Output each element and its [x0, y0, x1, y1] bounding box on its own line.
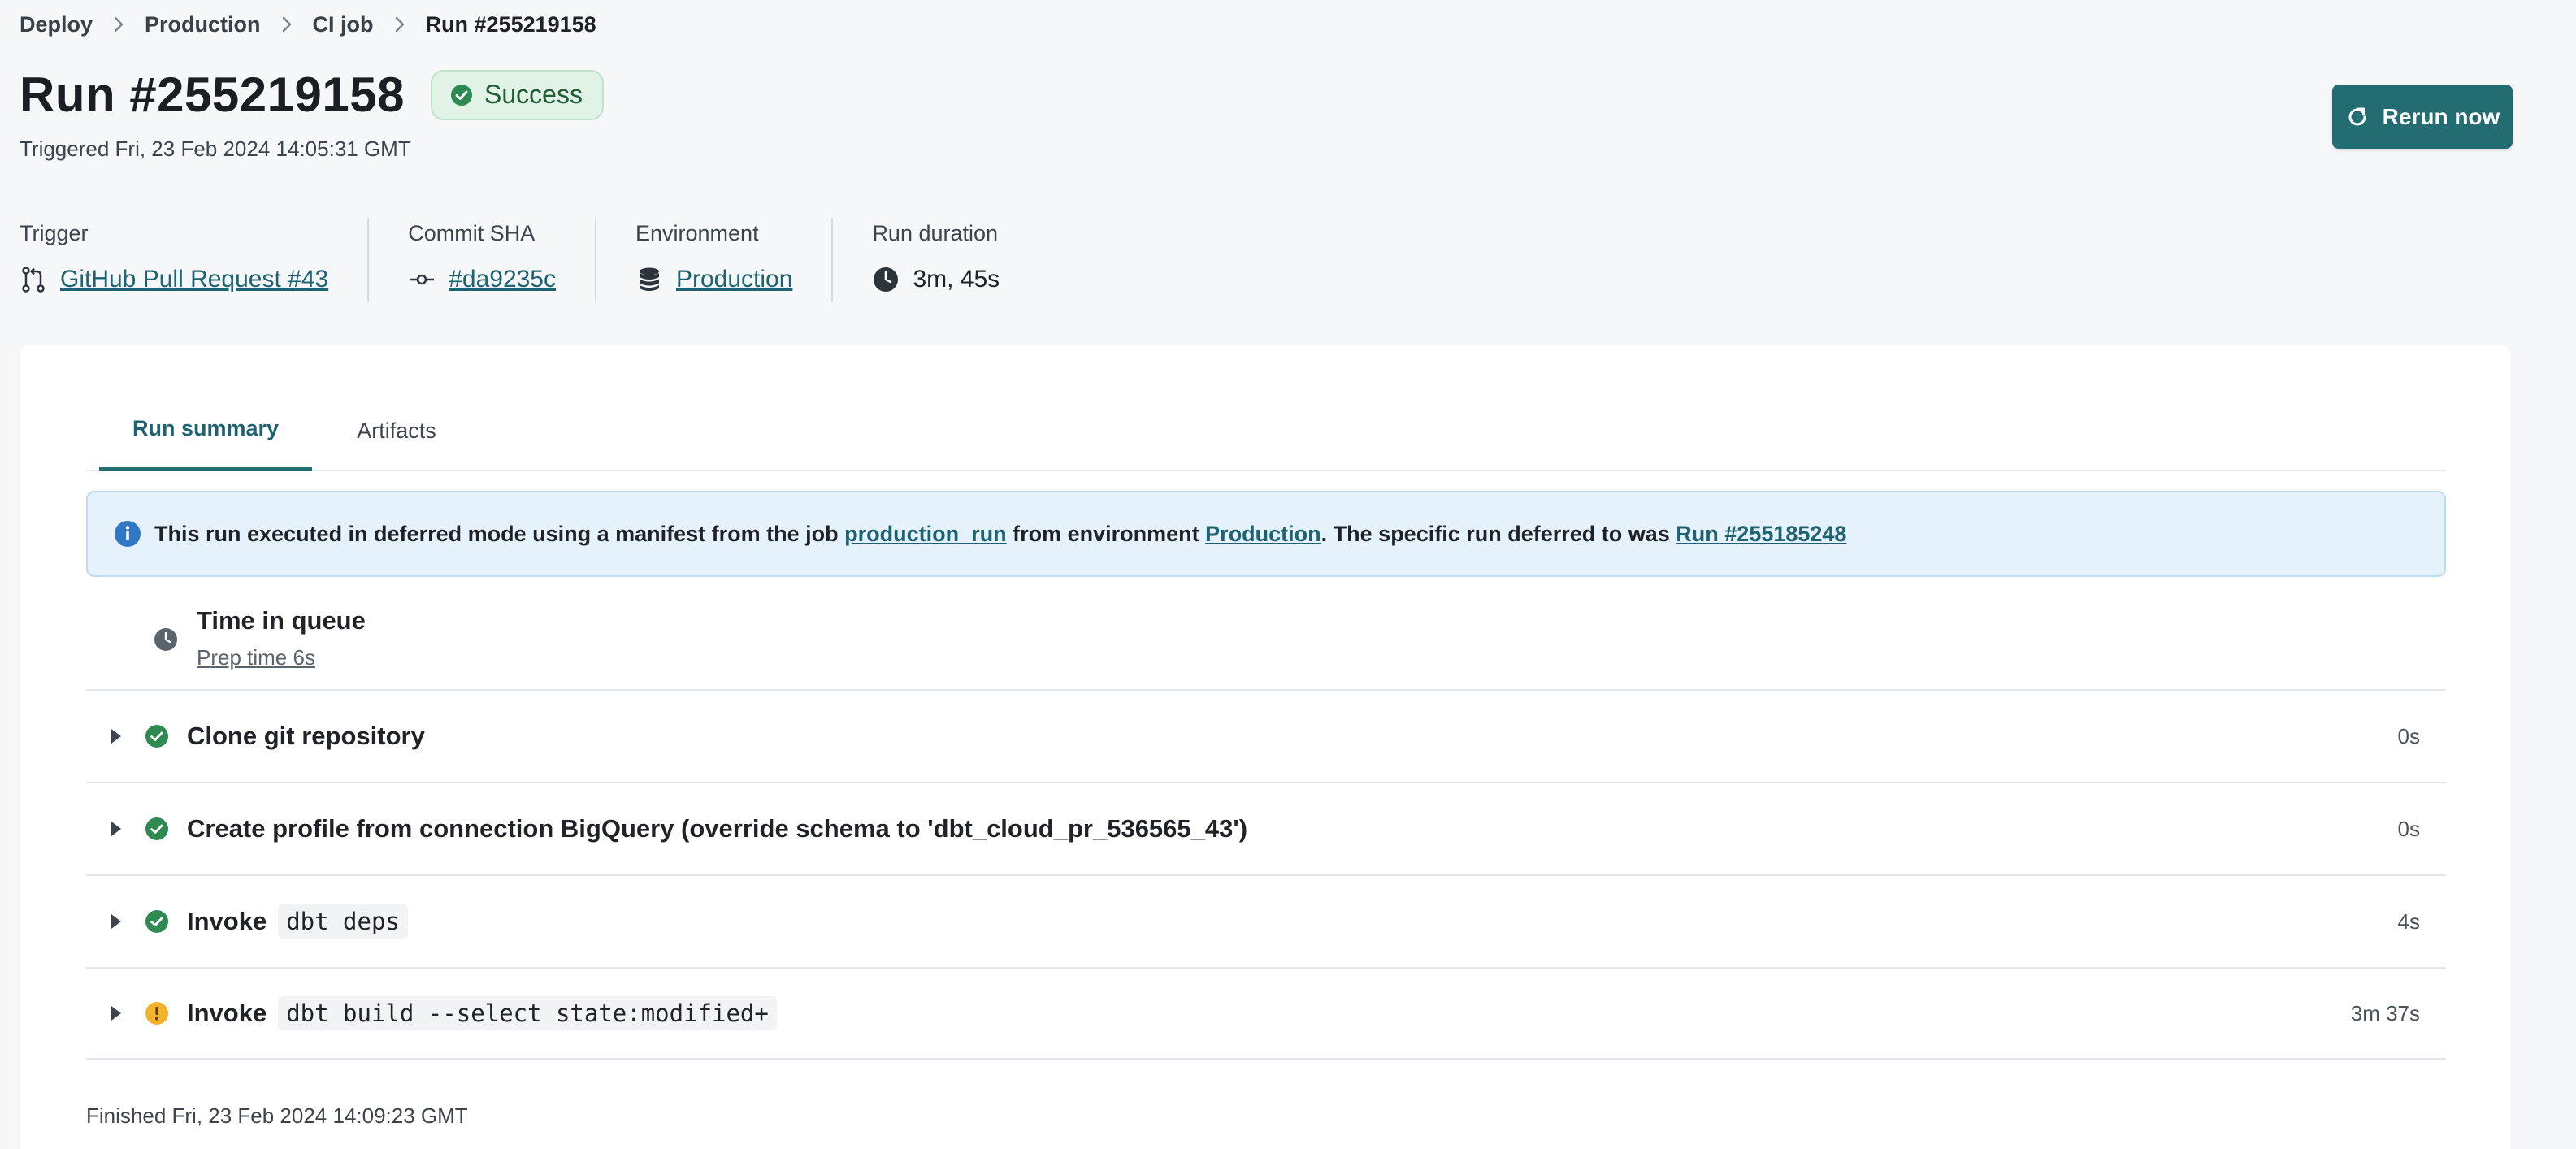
meta-environment-label: Environment [635, 221, 759, 245]
chevron-right-icon [279, 16, 295, 33]
commit-icon [408, 266, 436, 293]
clock-icon [872, 266, 900, 293]
step-row[interactable]: Clone git repository 0s [86, 689, 2446, 782]
meta-environment: Environment Production [635, 218, 834, 302]
step-label: Clone git repository [187, 722, 425, 750]
breadcrumb-current: Run #255219158 [425, 11, 596, 37]
caret-right-icon[interactable] [109, 820, 124, 838]
rerun-label: Rerun now [2382, 103, 2500, 129]
check-circle-icon [145, 817, 168, 840]
step-row[interactable]: Invoke dbt build --select state:modified… [86, 967, 2446, 1060]
step-duration: 3m 37s [2350, 1000, 2420, 1025]
meta-duration-label: Run duration [872, 221, 999, 245]
run-steps: Clone git repository 0s Create profile f… [86, 689, 2446, 1060]
triggered-timestamp: Triggered Fri, 23 Feb 2024 14:05:31 GMT [20, 137, 411, 161]
chevron-right-icon [111, 16, 127, 33]
breadcrumb-ci-job[interactable]: CI job [313, 12, 374, 37]
chevron-right-icon [392, 16, 408, 33]
database-icon [635, 266, 663, 293]
pull-request-icon [20, 266, 47, 293]
step-label: Invoke [187, 907, 267, 935]
breadcrumb-production[interactable]: Production [145, 12, 261, 37]
refresh-icon [2348, 107, 2366, 125]
step-duration: 0s [2397, 723, 2420, 748]
check-circle-icon [145, 910, 168, 933]
commit-link[interactable]: #da9235c [449, 266, 556, 293]
check-circle-icon [451, 84, 472, 106]
environment-notice-link[interactable]: Production [1205, 522, 1321, 547]
meta-commit: Commit SHA #da9235c [408, 218, 596, 302]
tab-run-summary[interactable]: Run summary [99, 390, 312, 471]
duration-value: 3m, 45s [913, 266, 1000, 293]
tab-run-summary-label: Run summary [132, 416, 280, 440]
breadcrumb-deploy[interactable]: Deploy [20, 12, 93, 37]
finished-timestamp: Finished Fri, 23 Feb 2024 14:09:23 GMT [86, 1103, 468, 1128]
page-header: Run #255219158 Success [20, 67, 604, 123]
step-duration: 4s [2397, 908, 2420, 934]
step-duration: 0s [2397, 816, 2420, 841]
step-row[interactable]: Invoke dbt deps 4s [86, 874, 2446, 967]
meta-trigger-label: Trigger [20, 221, 89, 245]
step-row[interactable]: Create profile from connection BigQuery … [86, 782, 2446, 874]
info-icon [115, 521, 141, 547]
notice-text-2: from environment [1006, 521, 1206, 546]
warning-icon [145, 1002, 168, 1025]
page-title: Run #255219158 [20, 67, 405, 122]
caret-right-icon[interactable] [109, 1004, 124, 1022]
tab-artifacts[interactable]: Artifacts [323, 390, 470, 471]
meta-duration: Run duration 3m, 45s [872, 218, 1039, 302]
status-label: Success [484, 80, 583, 109]
breadcrumb: Deploy Production CI job Run #255219158 [20, 10, 596, 39]
step-label: Invoke [187, 999, 267, 1027]
job-link[interactable]: production_run [844, 522, 1006, 547]
check-circle-icon [145, 725, 168, 748]
deferred-mode-notice: This run executed in deferred mode using… [86, 491, 2446, 577]
trigger-link[interactable]: GitHub Pull Request #43 [60, 266, 328, 293]
tab-artifacts-label: Artifacts [357, 418, 436, 443]
caret-right-icon[interactable] [109, 727, 124, 745]
caret-right-icon[interactable] [109, 913, 124, 930]
clock-icon [154, 628, 177, 651]
notice-text-3: . The specific run deferred to was [1321, 521, 1676, 546]
prep-time-link[interactable]: Prep time 6s [197, 645, 315, 670]
queue-title: Time in queue [197, 606, 366, 635]
meta-trigger: Trigger GitHub Pull Request #43 [20, 218, 370, 302]
run-metadata: Trigger GitHub Pull Request #43 Commit S… [20, 218, 1078, 302]
step-label: Create profile from connection BigQuery … [187, 814, 1248, 843]
rerun-now-button[interactable]: Rerun now [2332, 85, 2513, 149]
step-command: dbt build --select state:modified+ [278, 996, 777, 1030]
step-command: dbt deps [278, 904, 408, 939]
environment-link[interactable]: Production [676, 266, 792, 293]
tab-bar: Run summary Artifacts [86, 390, 2446, 471]
status-badge: Success [431, 69, 604, 120]
notice-text-1: This run executed in deferred mode using… [154, 521, 845, 546]
deferred-run-link[interactable]: Run #255185248 [1676, 522, 1846, 547]
meta-commit-label: Commit SHA [408, 221, 536, 245]
